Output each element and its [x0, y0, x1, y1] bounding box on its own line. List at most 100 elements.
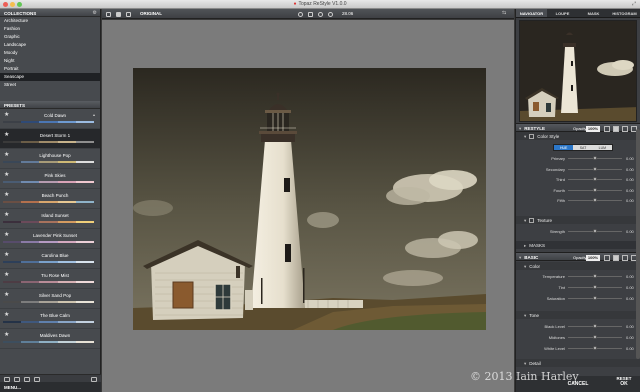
fullscreen-icon[interactable]: ⤢ — [632, 1, 636, 7]
slider-handle[interactable] — [593, 346, 597, 350]
collapse-arrow-icon[interactable]: ▴ — [93, 112, 95, 117]
new-preset-icon[interactable] — [4, 376, 10, 382]
collection-item[interactable]: Street — [0, 81, 100, 89]
zoom-in-icon[interactable] — [318, 11, 323, 17]
single-view-icon[interactable] — [116, 11, 121, 17]
preset-item[interactable]: ★ Lighthouse Pop — [0, 149, 100, 169]
slider-value[interactable]: 0.00 — [626, 156, 634, 161]
restyle-opacity-field[interactable]: 100% — [586, 125, 600, 132]
slider-handle[interactable] — [593, 296, 597, 300]
color-style-subheader[interactable]: ▾ Color Style — [516, 132, 640, 140]
favorite-star-icon[interactable]: ★ — [4, 292, 9, 298]
split-view-icon[interactable] — [126, 11, 131, 17]
favorite-star-icon[interactable]: ★ — [4, 132, 9, 138]
slider-value[interactable]: 0.00 — [626, 296, 634, 301]
fit-view-icon[interactable] — [106, 11, 111, 17]
slider-value[interactable]: 0.00 — [626, 324, 634, 329]
restyle-section-header[interactable]: ▾ RESTYLE Opacity 100% — [516, 123, 640, 132]
favorite-star-icon[interactable]: ★ — [4, 192, 9, 198]
favorite-star-icon[interactable]: ★ — [4, 272, 9, 278]
expand-arrows-icon[interactable]: ⇆ — [502, 11, 507, 16]
fit-screen-icon[interactable] — [308, 11, 313, 17]
masks-subheader[interactable]: ▸ MASKS — [516, 241, 640, 249]
preset-item[interactable]: ★ Beach Punch — [0, 189, 100, 209]
preset-item[interactable]: ★ Carolina Blue — [0, 249, 100, 269]
restyle-reset-icon[interactable] — [622, 125, 628, 132]
panel-scrollbar[interactable] — [636, 129, 640, 359]
gear-icon[interactable]: ⚙ — [93, 10, 97, 16]
favorite-star-icon[interactable]: ★ — [4, 332, 9, 338]
slider-value[interactable]: 0.00 — [626, 198, 634, 203]
collection-item[interactable]: Landscape — [0, 41, 100, 49]
slider-value[interactable]: 0.00 — [626, 346, 634, 351]
basic-opacity-field[interactable]: 100% — [586, 254, 600, 261]
slider-value[interactable]: 0.00 — [626, 188, 634, 193]
slider-value[interactable]: 0.00 — [626, 167, 634, 172]
original-toggle[interactable]: ORIGINAL — [140, 11, 162, 16]
basic-section-header[interactable]: ▾ BASIC Opacity 100% — [516, 252, 640, 261]
slider-handle[interactable] — [593, 177, 597, 181]
favorite-star-icon[interactable]: ★ — [4, 232, 9, 238]
delete-preset-icon[interactable] — [24, 376, 30, 382]
slider-value[interactable]: 0.00 — [626, 335, 634, 340]
preset-item[interactable]: ★ Maldives Dawn — [0, 329, 100, 349]
slider-handle[interactable] — [593, 335, 597, 339]
slider-handle[interactable] — [593, 229, 597, 233]
preset-item[interactable]: ★ Pink Skies — [0, 169, 100, 189]
slider-handle[interactable] — [593, 166, 597, 171]
collection-item[interactable]: Portrait — [0, 65, 100, 73]
collection-item[interactable]: Graphic — [0, 33, 100, 41]
slider-value[interactable]: 0.00 — [626, 274, 634, 279]
slider-handle[interactable] — [593, 324, 597, 328]
tab-histogram[interactable]: HISTOGRAM — [609, 9, 640, 17]
slider-handle[interactable] — [593, 285, 597, 289]
collection-item[interactable]: Night — [0, 57, 100, 65]
favorite-star-icon[interactable]: ★ — [4, 252, 9, 258]
collection-item[interactable]: Fashion — [0, 25, 100, 33]
color-subheader[interactable]: ▾ Color — [516, 262, 640, 270]
zoom-level[interactable]: 28.06 — [342, 11, 353, 16]
tone-subheader[interactable]: ▾ Tone — [516, 311, 640, 319]
export-preset-icon[interactable] — [91, 376, 97, 382]
collection-item[interactable]: Seascape — [0, 73, 100, 81]
navigator-thumbnail[interactable] — [519, 20, 637, 122]
basic-reset-icon[interactable] — [622, 254, 628, 261]
preview-canvas[interactable] — [102, 20, 514, 378]
slider-value[interactable]: 0.00 — [626, 285, 634, 290]
preset-item[interactable]: ★ Silver Sand Pop — [0, 289, 100, 309]
preset-item[interactable]: ★ Desert Storm 1 — [0, 129, 100, 149]
collection-item[interactable]: Moody — [0, 49, 100, 57]
tab-navigator[interactable]: NAVIGATOR — [516, 9, 547, 17]
mode-sat-button[interactable]: SAT — [573, 145, 593, 150]
preset-item[interactable]: ★ The Blue Calm — [0, 309, 100, 329]
preset-item[interactable]: ★ Tru Rose Mist — [0, 269, 100, 289]
slider-value[interactable]: 0.00 — [626, 177, 634, 182]
favorite-star-icon[interactable]: ★ — [4, 312, 9, 318]
slider-handle[interactable] — [593, 198, 597, 202]
slider-value[interactable]: 0.00 — [626, 229, 634, 234]
import-preset-icon[interactable] — [34, 376, 40, 382]
tab-mask[interactable]: MASK — [578, 9, 609, 17]
detail-subheader[interactable]: ▾ Detail — [516, 359, 640, 367]
hand-tool-icon[interactable] — [298, 11, 303, 17]
slider-handle[interactable] — [593, 274, 597, 278]
color-style-checkbox[interactable] — [529, 133, 535, 139]
preset-item[interactable]: ★ Cold Dawn ▴ — [0, 109, 100, 129]
preview-photo[interactable] — [133, 68, 486, 330]
texture-checkbox[interactable] — [529, 217, 535, 223]
restyle-visibility-icon[interactable] — [613, 125, 619, 132]
preset-item[interactable]: ★ Lavender Pink Sunset — [0, 229, 100, 249]
basic-visibility-icon[interactable] — [613, 254, 619, 261]
zoom-out-icon[interactable] — [328, 11, 333, 17]
menu-button[interactable]: MENU... — [0, 382, 101, 392]
mode-lum-button[interactable]: LUM — [592, 145, 612, 150]
tab-loupe[interactable]: LOUPE — [547, 9, 578, 17]
preset-item[interactable]: ★ Island Sunset — [0, 209, 100, 229]
ok-button[interactable]: OK — [614, 377, 634, 392]
duplicate-preset-icon[interactable] — [14, 376, 20, 382]
basic-mask-icon[interactable] — [604, 254, 610, 261]
restyle-mask-icon[interactable] — [604, 125, 610, 132]
collection-item[interactable]: Architecture — [0, 17, 100, 25]
slider-handle[interactable] — [593, 156, 597, 160]
favorite-star-icon[interactable]: ★ — [4, 212, 9, 218]
